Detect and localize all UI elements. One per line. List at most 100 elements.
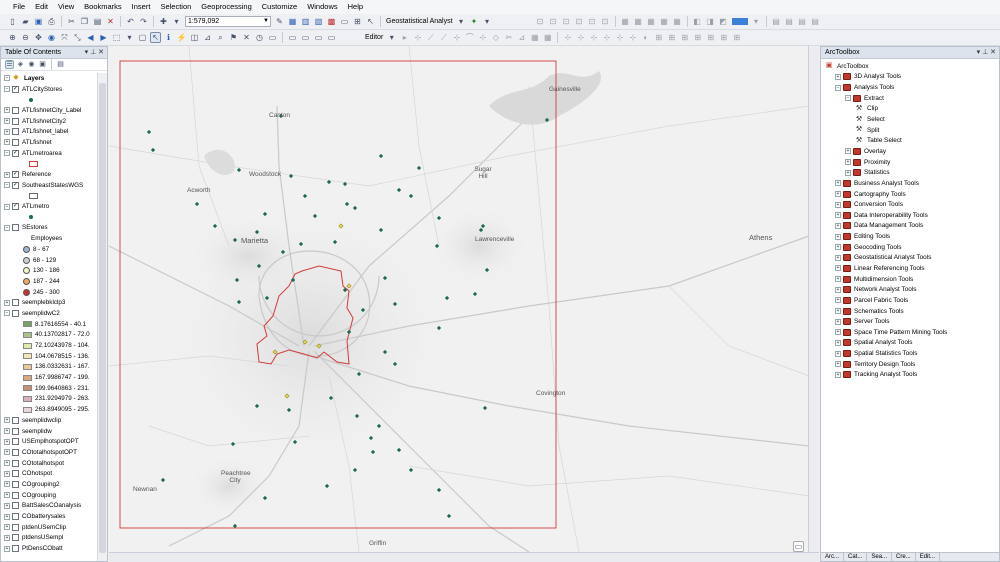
expand-icon[interactable]: + — [835, 371, 841, 378]
collapse-icon[interactable]: − — [4, 75, 10, 82]
select-features-icon[interactable]: ⬚ — [111, 32, 122, 43]
open-icon[interactable]: ▰ — [20, 16, 31, 27]
catalog-icon[interactable]: ▥ — [300, 16, 311, 27]
layout-tool-icon[interactable]: ▤ — [784, 16, 795, 27]
chevron-down-icon[interactable]: ▾ — [386, 32, 397, 43]
collapse-icon[interactable]: − — [4, 86, 10, 93]
layer-row[interactable]: − ✓ SoutheastStatesWGS — [1, 180, 97, 191]
panel-tab[interactable]: Edit... — [916, 553, 941, 561]
toolbox-item[interactable]: + Data Interoperability Tools — [821, 210, 999, 221]
layer-row[interactable]: − ✓ ATLmetroarea — [1, 148, 97, 159]
tool-item[interactable]: ⚒ Clip — [821, 104, 999, 115]
expand-icon[interactable]: + — [4, 481, 10, 488]
expand-icon[interactable]: + — [835, 329, 841, 336]
full-extent-icon[interactable]: ◉ — [46, 32, 57, 43]
toolbox-item[interactable]: − Extract — [821, 93, 999, 104]
expand-icon[interactable]: + — [835, 276, 841, 283]
layer-visibility-checkbox[interactable] — [12, 309, 19, 317]
geostatistical-wizard-icon[interactable]: ✦ — [469, 16, 480, 27]
toc-scrollbar[interactable] — [97, 73, 107, 561]
layer-visibility-checkbox[interactable] — [12, 416, 19, 424]
expand-icon[interactable]: + — [4, 128, 10, 135]
layer-row[interactable]: + COhotspot — [1, 468, 97, 479]
expand-icon[interactable]: + — [4, 428, 10, 435]
identify-icon[interactable]: ℹ — [163, 32, 174, 43]
layer-visibility-checkbox[interactable] — [12, 427, 19, 435]
edit-tool-icon[interactable]: ⊹ — [588, 32, 599, 43]
list-by-drawing-order-icon[interactable]: ☰ — [5, 60, 14, 69]
layer-row[interactable]: − ✓ ATLmetro — [1, 201, 97, 212]
undo-icon[interactable]: ↶ — [125, 16, 136, 27]
collapse-icon[interactable]: − — [4, 150, 10, 157]
edit-tool-icon[interactable]: ⊞ — [692, 32, 703, 43]
expand-icon[interactable]: + — [845, 159, 851, 166]
toolbox-item[interactable]: +3D Analyst Tools — [821, 72, 999, 83]
edit-tool-icon[interactable]: ⊞ — [731, 32, 742, 43]
layer-tool-icon[interactable]: ◩ — [718, 16, 729, 27]
panel-tab[interactable]: Sea... — [867, 553, 893, 561]
menu-bookmarks[interactable]: Bookmarks — [79, 0, 127, 14]
expand-icon[interactable]: + — [4, 470, 10, 477]
toolbox-item[interactable]: + Network Analyst Tools — [821, 284, 999, 295]
expand-icon[interactable]: + — [835, 297, 841, 304]
layer-visibility-checkbox[interactable] — [12, 128, 19, 136]
menu-file[interactable]: File — [8, 0, 30, 14]
layer-visibility-checkbox[interactable] — [12, 523, 19, 531]
toolbox-item[interactable]: + Parcel Fabric Tools — [821, 295, 999, 306]
draw-tool-icon[interactable]: ▭ — [326, 32, 337, 43]
collapse-icon[interactable]: − — [4, 310, 10, 317]
layer-row[interactable]: + BattSalesCOanalysis — [1, 501, 97, 512]
edit-tool-icon[interactable]: ⊞ — [679, 32, 690, 43]
layer-visibility-checkbox[interactable] — [12, 106, 19, 114]
toolbox-item[interactable]: + Overlay — [821, 146, 999, 157]
expand-icon[interactable]: + — [835, 201, 841, 208]
edit-tool-icon[interactable]: ⌒ — [464, 32, 475, 43]
zoom-out-icon[interactable]: ⊖ — [20, 32, 31, 43]
georef-tool-icon[interactable]: ⊡ — [587, 16, 598, 27]
toolbox-item[interactable]: + Server Tools — [821, 316, 999, 327]
toolbox-item[interactable]: + Multidimension Tools — [821, 274, 999, 285]
layer-visibility-checkbox[interactable]: ✓ — [12, 85, 19, 93]
toolbox-item[interactable]: + Proximity — [821, 157, 999, 168]
create-viewer-icon[interactable]: ▭ — [267, 32, 278, 43]
menu-geoprocessing[interactable]: Geoprocessing — [196, 0, 256, 14]
menu-selection[interactable]: Selection — [155, 0, 196, 14]
layer-visibility-checkbox[interactable] — [12, 299, 19, 307]
expand-icon[interactable]: + — [835, 265, 841, 272]
layer-visibility-checkbox[interactable]: ✓ — [12, 149, 19, 157]
layer-row[interactable]: + ATLfishnetCity2 — [1, 116, 97, 127]
search-window-icon[interactable]: ▧ — [313, 16, 324, 27]
expand-icon[interactable]: + — [4, 449, 10, 456]
edit-tool-icon[interactable]: ⊹ — [451, 32, 462, 43]
pan-icon[interactable]: ✥ — [33, 32, 44, 43]
modelbuilder-icon[interactable]: ⊞ — [352, 16, 363, 27]
editor-menu[interactable]: Editor — [363, 34, 385, 41]
edit-tool-icon[interactable]: ▦ — [529, 32, 540, 43]
expand-icon[interactable]: + — [835, 191, 841, 197]
panel-pin-close-icon[interactable]: ▾ ⊥ ✕ — [977, 47, 996, 59]
toolbox-item[interactable]: + Statistics — [821, 167, 999, 178]
collapse-icon[interactable]: − — [835, 84, 841, 91]
expand-icon[interactable]: + — [835, 361, 841, 368]
layer-row[interactable]: + ptdensUSempl — [1, 533, 97, 544]
find-icon[interactable]: ⌕ — [215, 32, 226, 43]
expand-icon[interactable]: + — [835, 73, 841, 80]
expand-icon[interactable]: + — [835, 339, 841, 346]
find-route-icon[interactable]: ⚑ — [228, 32, 239, 43]
toolbox-item[interactable]: + Data Management Tools — [821, 221, 999, 232]
layer-visibility-checkbox[interactable] — [12, 545, 19, 553]
list-by-source-icon[interactable]: ◈ — [16, 60, 25, 69]
layer-row[interactable]: − SEstores — [1, 223, 97, 234]
expand-icon[interactable]: + — [4, 107, 10, 114]
editor-toolbar-icon[interactable]: ✎ — [274, 16, 285, 27]
toolbox-item[interactable]: + Cartography Tools — [821, 189, 999, 200]
expand-icon[interactable]: + — [835, 318, 841, 325]
add-data-dropdown-icon[interactable]: ▾ — [171, 16, 182, 27]
draw-tool-icon[interactable]: ▭ — [287, 32, 298, 43]
panel-tab[interactable]: Cat... — [844, 553, 868, 561]
toolbox-item[interactable]: + Geocoding Tools — [821, 242, 999, 253]
grid-tool-icon[interactable]: ▦ — [633, 16, 644, 27]
save-icon[interactable]: ▣ — [33, 16, 44, 27]
new-document-icon[interactable]: ▯ — [7, 16, 18, 27]
arctoolbox-icon[interactable]: ▩ — [326, 16, 337, 27]
